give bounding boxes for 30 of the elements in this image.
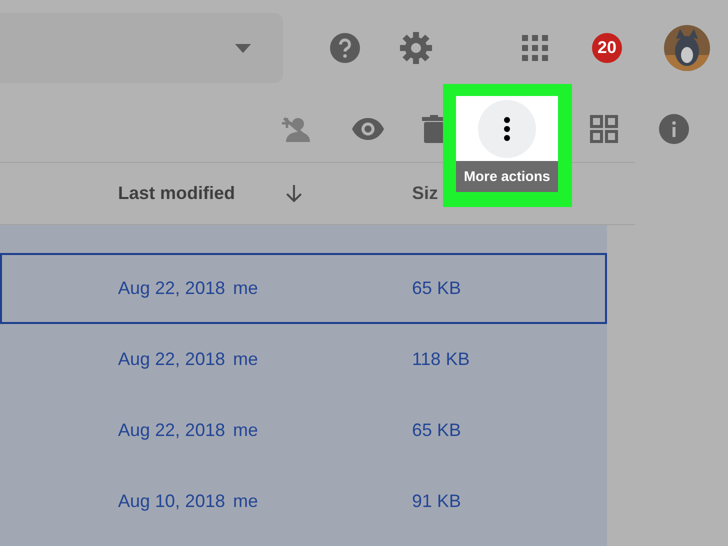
file-size: 118 KB — [412, 348, 470, 371]
modified-date: Aug 10, 2018 — [118, 490, 226, 513]
modified-date: Aug 22, 2018 — [118, 348, 226, 371]
notification-badge[interactable]: 20 — [592, 32, 622, 62]
modified-date: Aug 22, 2018 — [118, 419, 226, 442]
file-size: 65 KB — [412, 277, 462, 300]
column-header[interactable]: Siz — [412, 180, 438, 207]
modified-date: Aug 22, 2018 — [118, 277, 226, 300]
more-vertical-icon — [504, 116, 510, 140]
file-size: 65 KB — [412, 419, 462, 442]
info-icon[interactable] — [659, 114, 689, 144]
sort-arrow-icon[interactable] — [286, 184, 302, 202]
eye-icon[interactable] — [352, 118, 384, 140]
owner-name: me — [233, 419, 260, 442]
file-row[interactable]: Aug 22, 2018 me 118 KB — [0, 324, 607, 395]
tooltip: More actions — [456, 161, 558, 192]
settings-icon[interactable] — [400, 32, 432, 64]
trash-icon[interactable] — [422, 114, 446, 142]
file-row[interactable]: Aug 22, 2018 me 65 KB — [0, 253, 607, 324]
column-header[interactable]: Last modified — [118, 180, 236, 207]
help-icon[interactable] — [330, 32, 360, 62]
owner-name: me — [233, 348, 260, 371]
apps-grid-icon[interactable] — [522, 34, 548, 60]
owner-name: me — [233, 277, 260, 300]
caret-icon — [235, 44, 251, 52]
file-row[interactable]: Aug 10, 2018 me 91 KB — [0, 466, 607, 537]
file-row[interactable]: Aug 22, 2018 me 65 KB — [0, 395, 607, 466]
grid-view-icon[interactable] — [590, 114, 618, 142]
owner-name: me — [233, 490, 260, 513]
file-size: 91 KB — [412, 490, 462, 513]
